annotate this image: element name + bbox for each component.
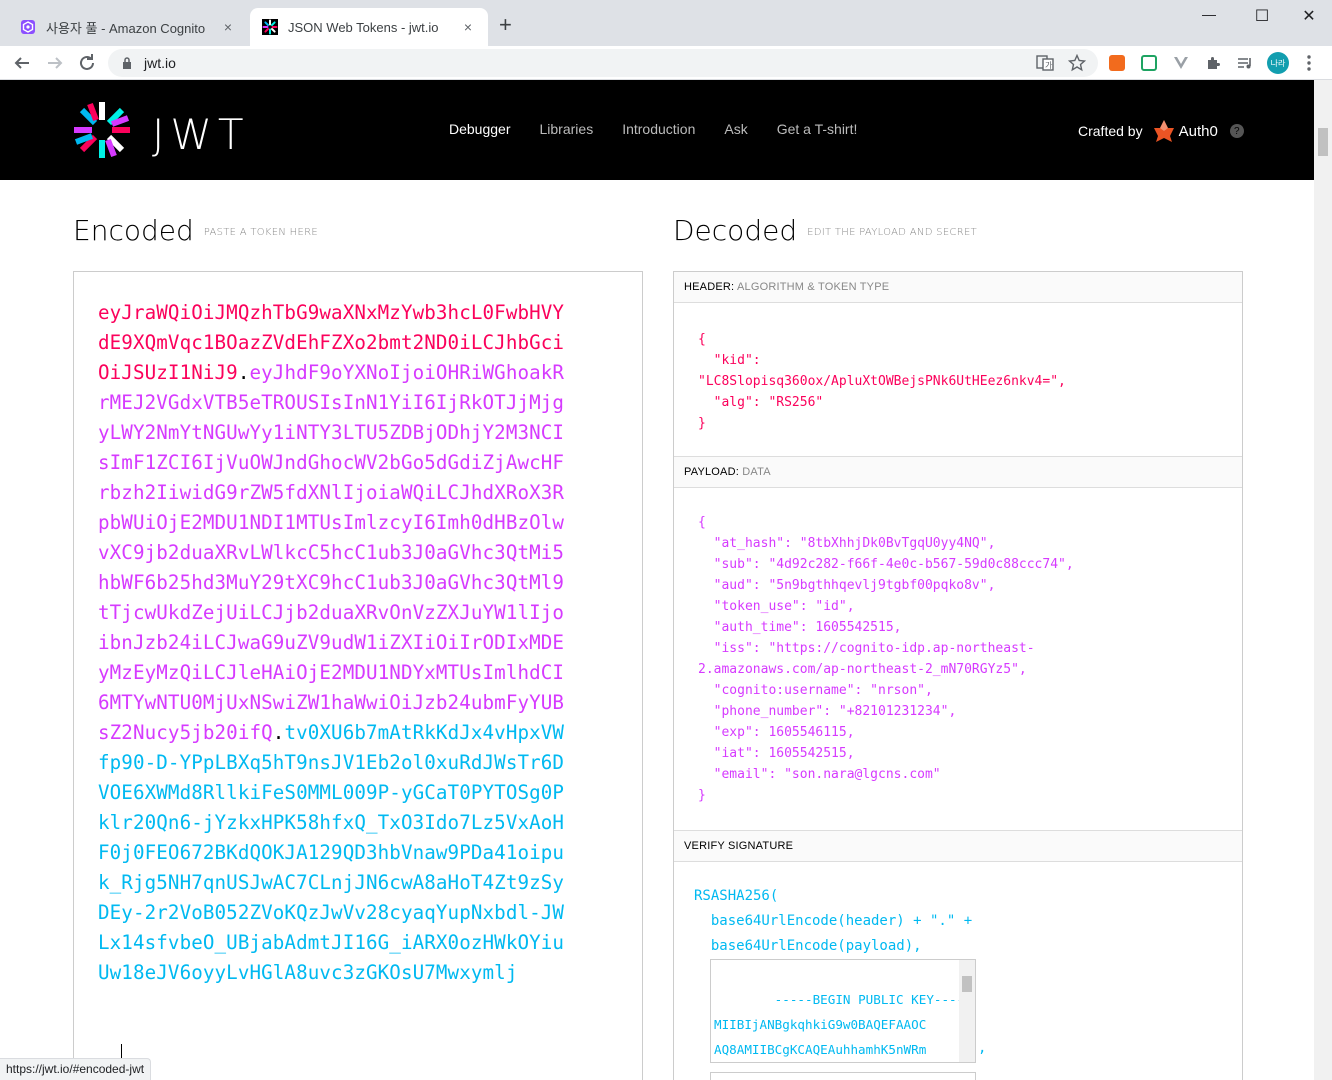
browser-tab-strip: 사용자 풀 - Amazon Cognito × JSON Web Tokens… (0, 0, 1332, 46)
decoded-subtitle: EDIT THE PAYLOAD AND SECRET (807, 226, 977, 238)
media-queue-icon[interactable] (1237, 55, 1253, 71)
tab-title: 사용자 풀 - Amazon Cognito (46, 20, 206, 36)
token-separator: . (237, 361, 250, 384)
jwt-favicon-icon (262, 19, 278, 35)
verify-signature-section: RSASHA256( base64UrlEncode(header) + "."… (674, 862, 1242, 1080)
nav-ask[interactable]: Ask (724, 121, 747, 137)
tab-cognito[interactable]: 사용자 풀 - Amazon Cognito × (8, 8, 248, 46)
verify-comma: , (978, 1040, 987, 1056)
help-icon[interactable]: ? (1229, 124, 1244, 138)
public-key-text: -----BEGIN PUBLIC KEY----- MIIBIjANBgkqh… (714, 992, 972, 1057)
profile-avatar[interactable]: 나라 (1267, 52, 1289, 74)
encoded-heading: Encoded PASTE A TOKEN HERE (73, 214, 318, 247)
close-tab-icon[interactable]: × (220, 19, 236, 35)
more-menu-icon[interactable] (1304, 54, 1314, 72)
decoded-panel: HEADER: ALGORITHM & TOKEN TYPE { "kid": … (673, 271, 1243, 1080)
encoded-title: Encoded (73, 214, 194, 247)
jwt-wordmark[interactable]: JWT (152, 110, 250, 159)
reload-icon[interactable] (75, 51, 99, 75)
cognito-favicon-icon (21, 20, 35, 34)
tab-title: JSON Web Tokens - jwt.io (288, 19, 439, 35)
decoded-title: Decoded (673, 214, 798, 247)
url-bar[interactable]: jwt.io (108, 49, 1098, 77)
url-text: jwt.io (144, 55, 176, 71)
extension-ex-icon[interactable] (1109, 55, 1125, 71)
header-json-editor[interactable]: { "kid": "LC8Slopisq360ox/ApluXtOWBejsPN… (674, 303, 1242, 457)
public-key-scrollbar[interactable] (959, 960, 975, 1062)
crafted-by: Crafted by Auth0 ? (1078, 119, 1244, 143)
nav-introduction[interactable]: Introduction (622, 121, 695, 137)
encoded-token-editor[interactable]: eyJraWQiOiJMQzhTbG9waXNxMzYwb3hcL0FwbHVY… (73, 271, 643, 1080)
maximize-icon[interactable]: ☐ (1239, 6, 1285, 26)
header-label: HEADER: (684, 281, 735, 293)
payload-section-head: PAYLOAD: DATA (674, 457, 1242, 488)
scrollbar-thumb[interactable] (1318, 128, 1328, 156)
verify-section-head: VERIFY SIGNATURE (674, 831, 1242, 862)
page-viewport: JWT Debugger Libraries Introduction Ask … (0, 80, 1314, 1080)
public-key-input[interactable]: -----BEGIN PUBLIC KEY----- MIIBIjANBgkqh… (710, 959, 976, 1063)
header-section-head: HEADER: ALGORITHM & TOKEN TYPE (674, 272, 1242, 303)
close-window-icon[interactable]: ✕ (1286, 6, 1332, 26)
back-arrow-icon[interactable] (10, 51, 34, 75)
minimize-icon[interactable]: — (1186, 6, 1232, 22)
crafted-by-label: Crafted by (1078, 123, 1143, 139)
translate-icon[interactable]: 가 (1036, 55, 1054, 71)
text-cursor (121, 1044, 122, 1058)
token-separator: . (272, 721, 285, 744)
forward-arrow-icon[interactable] (43, 51, 67, 75)
auth0-logo-icon (1153, 120, 1174, 142)
auth0-label: Auth0 (1178, 122, 1218, 140)
svg-text:가: 가 (1045, 61, 1053, 70)
payload-json-editor[interactable]: { "at_hash": "8tbXhhjDk0BvTgqU0yy4NQ", "… (674, 488, 1242, 831)
payload-label: PAYLOAD: (684, 466, 739, 478)
vue-devtools-icon[interactable] (1173, 55, 1189, 71)
address-toolbar: jwt.io 가 나라 (0, 46, 1332, 80)
new-tab-button[interactable]: + (499, 14, 512, 36)
auth0-link[interactable]: Auth0 (1153, 119, 1218, 143)
nav-debugger[interactable]: Debugger (449, 121, 511, 137)
private-key-input[interactable] (710, 1072, 976, 1080)
token-payload-part: eyJhdF9oYXNoIjoiOHRiWGhoakRrMEJ2VGdxVTB5… (98, 361, 565, 744)
nav-libraries[interactable]: Libraries (540, 121, 594, 137)
extensions-puzzle-icon[interactable] (1205, 55, 1221, 71)
token-signature-part: tv0XU6b7mAtRkKdJx4vHpxVWfp90-D-YPpLBXq5h… (98, 721, 565, 984)
header-sublabel: ALGORITHM & TOKEN TYPE (736, 281, 890, 293)
payload-sublabel: DATA (742, 466, 771, 478)
encoded-subtitle: PASTE A TOKEN HERE (203, 226, 318, 238)
lock-icon (123, 57, 131, 69)
jwt-logo-icon[interactable] (72, 100, 132, 160)
extension-green-icon[interactable] (1141, 55, 1157, 71)
page-scrollbar[interactable] (1314, 80, 1332, 1080)
decoded-heading: Decoded EDIT THE PAYLOAD AND SECRET (673, 214, 977, 247)
site-header: JWT Debugger Libraries Introduction Ask … (0, 80, 1314, 180)
status-bar-url: https://jwt.io/#encoded-jwt (0, 1058, 152, 1080)
bookmark-star-icon[interactable] (1068, 54, 1086, 72)
tab-jwt[interactable]: JSON Web Tokens - jwt.io × (250, 8, 488, 46)
site-nav: Debugger Libraries Introduction Ask Get … (449, 121, 886, 137)
nav-tshirt[interactable]: Get a T-shirt! (777, 121, 858, 137)
close-tab-icon[interactable]: × (460, 19, 476, 35)
encoded-token[interactable]: eyJraWQiOiJMQzhTbG9waXNxMzYwb3hcL0FwbHVY… (98, 298, 568, 988)
